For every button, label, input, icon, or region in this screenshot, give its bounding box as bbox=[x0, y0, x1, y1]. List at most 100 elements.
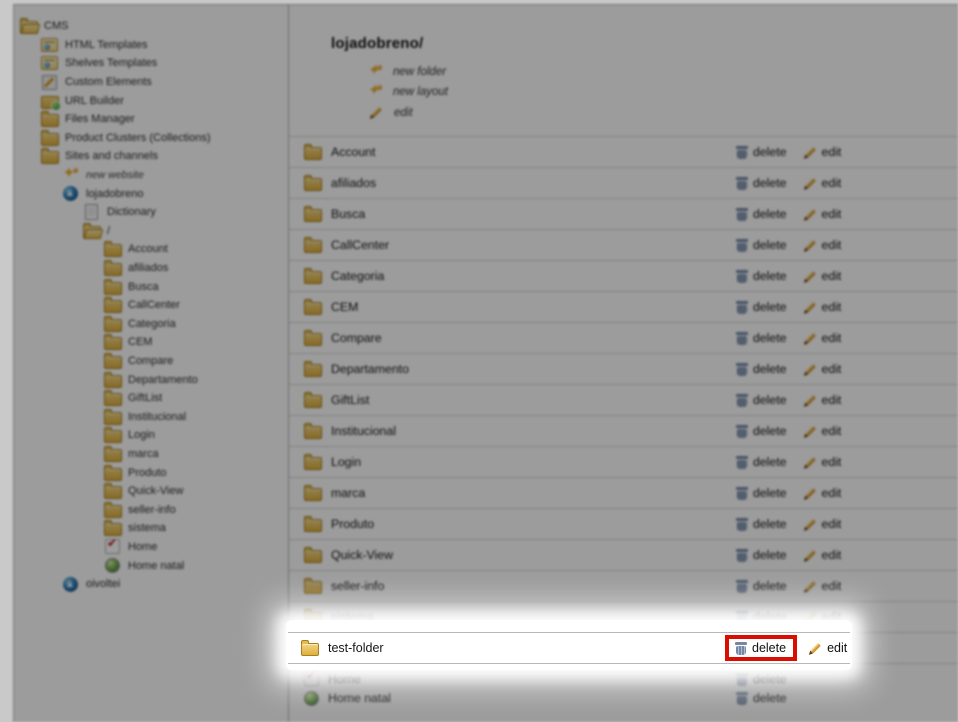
edit-button[interactable]: edit bbox=[802, 424, 842, 439]
delete-button[interactable]: delete bbox=[736, 486, 787, 500]
tree-item-home[interactable]: Home bbox=[20, 538, 288, 557]
tree-item-callcenter[interactable]: CallCenter bbox=[20, 296, 288, 315]
folder-link[interactable]: marca bbox=[331, 486, 365, 500]
tree-item-login[interactable]: Login bbox=[20, 426, 288, 445]
folder-link[interactable]: Institucional bbox=[331, 424, 396, 438]
folder-icon bbox=[304, 581, 322, 594]
row-actions: delete edit bbox=[736, 385, 841, 415]
edit-button[interactable]: edit bbox=[802, 176, 842, 191]
edit-button[interactable]: edit bbox=[802, 579, 842, 594]
tree-label: marca bbox=[128, 448, 159, 460]
new-icon bbox=[368, 85, 382, 99]
delete-button[interactable]: delete bbox=[736, 145, 787, 159]
edit-button[interactable]: edit bbox=[802, 362, 842, 377]
tree-label: Busca bbox=[128, 281, 159, 293]
edit-button[interactable]: edit bbox=[807, 641, 847, 656]
tree-item-cem[interactable]: CEM bbox=[20, 333, 288, 352]
tree-item-sites-and-channels[interactable]: Sites and channels bbox=[20, 147, 288, 166]
tree-item-sistema[interactable]: sistema bbox=[20, 519, 288, 538]
folder-link[interactable]: Compare bbox=[331, 331, 382, 345]
tree-item-institucional[interactable]: Institucional bbox=[20, 407, 288, 426]
tree-item-busca[interactable]: Busca bbox=[20, 277, 288, 296]
tree-item-shelves-templates[interactable]: Shelves Templates bbox=[20, 54, 288, 73]
folder-link[interactable]: Home bbox=[328, 672, 361, 686]
delete-button[interactable]: delete bbox=[735, 641, 786, 655]
tree-item-departamento[interactable]: Departamento bbox=[20, 370, 288, 389]
edit-button[interactable]: edit bbox=[802, 207, 842, 222]
folder-link[interactable]: CEM bbox=[331, 300, 358, 314]
delete-button[interactable]: delete bbox=[736, 300, 787, 314]
folder-icon bbox=[104, 282, 122, 295]
tree-item-afiliados[interactable]: afiliados bbox=[20, 259, 288, 278]
delete-button[interactable]: delete bbox=[736, 691, 787, 705]
tree-label: Dictionary bbox=[107, 206, 156, 218]
folder-link[interactable]: Home natal bbox=[328, 691, 391, 705]
edit-button[interactable]: edit bbox=[802, 331, 842, 346]
delete-button[interactable]: delete bbox=[736, 548, 787, 562]
globe-icon bbox=[304, 691, 319, 706]
tree-item-new-website[interactable]: new website bbox=[20, 166, 288, 185]
tree-label: Home bbox=[128, 541, 157, 553]
delete-button[interactable]: delete bbox=[736, 331, 787, 345]
highlighted-folder-link[interactable]: test-folder bbox=[328, 641, 384, 655]
edit-button[interactable]: edit bbox=[802, 393, 842, 408]
tree-label: CMS bbox=[44, 20, 68, 32]
tree-item-files-manager[interactable]: Files Manager bbox=[20, 110, 288, 129]
delete-button[interactable]: delete bbox=[736, 517, 787, 531]
tree-item-seller-info[interactable]: seller-info bbox=[20, 500, 288, 519]
delete-button[interactable]: delete bbox=[736, 238, 787, 252]
edit-button[interactable]: edit bbox=[802, 517, 842, 532]
tree-item-cms[interactable]: CMS bbox=[20, 17, 288, 36]
tree-item-root[interactable]: / bbox=[20, 222, 288, 241]
tree-item-product-clusters-collections[interactable]: Product Clusters (Collections) bbox=[20, 129, 288, 148]
folder-icon bbox=[304, 395, 322, 408]
folder-link[interactable]: seller-info bbox=[331, 579, 384, 593]
folder-link[interactable]: Account bbox=[331, 145, 375, 159]
delete-button[interactable]: delete bbox=[736, 362, 787, 376]
delete-button[interactable]: delete bbox=[736, 207, 787, 221]
new-layout-link[interactable]: new layout bbox=[368, 85, 958, 99]
delete-button[interactable]: delete bbox=[736, 424, 787, 438]
folder-link[interactable]: Quick-View bbox=[331, 548, 393, 562]
tree-item-url-builder[interactable]: URL Builder bbox=[20, 91, 288, 110]
tree-item-oivoltei[interactable]: oivoltei bbox=[20, 575, 288, 594]
tree-item-compare[interactable]: Compare bbox=[20, 352, 288, 371]
delete-button[interactable]: delete bbox=[736, 269, 787, 283]
folder-link[interactable]: Categoria bbox=[331, 269, 384, 283]
folder-link[interactable]: afiliados bbox=[331, 176, 376, 190]
tree-item-dictionary[interactable]: Dictionary bbox=[20, 203, 288, 222]
tree-item-html-templates[interactable]: HTML Templates bbox=[20, 36, 288, 55]
delete-button[interactable]: delete bbox=[736, 579, 787, 593]
edit-link[interactable]: edit bbox=[368, 105, 958, 120]
edit-button[interactable]: edit bbox=[802, 548, 842, 563]
folder-link[interactable]: Produto bbox=[331, 517, 374, 531]
tree-item-lojadobreno[interactable]: lojadobreno bbox=[20, 184, 288, 203]
tree-item-quick-view[interactable]: Quick-View bbox=[20, 482, 288, 501]
folder-link[interactable]: Departamento bbox=[331, 362, 409, 376]
edit-button[interactable]: edit bbox=[802, 455, 842, 470]
tree-item-produto[interactable]: Produto bbox=[20, 463, 288, 482]
delete-button[interactable]: delete bbox=[736, 455, 787, 469]
edit-button[interactable]: edit bbox=[802, 300, 842, 315]
tree-item-home-natal[interactable]: Home natal bbox=[20, 556, 288, 575]
folder-icon bbox=[104, 337, 122, 350]
tree-item-giftlist[interactable]: GiftList bbox=[20, 389, 288, 408]
folder-link[interactable]: Busca bbox=[331, 207, 365, 221]
folder-link[interactable]: Login bbox=[331, 455, 361, 469]
delete-button[interactable]: delete bbox=[736, 176, 787, 190]
tree-item-custom-elements[interactable]: Custom Elements bbox=[20, 73, 288, 92]
new-folder-link[interactable]: new folder bbox=[368, 65, 958, 79]
folder-link[interactable]: CallCenter bbox=[331, 238, 389, 252]
tree-item-marca[interactable]: marca bbox=[20, 445, 288, 464]
edit-label: edit bbox=[822, 331, 842, 345]
edit-button[interactable]: edit bbox=[802, 269, 842, 284]
delete-button[interactable]: delete bbox=[736, 672, 787, 686]
delete-button[interactable]: delete bbox=[736, 393, 787, 407]
tree-item-account[interactable]: Account bbox=[20, 240, 288, 259]
folder-icon bbox=[41, 114, 59, 127]
tree-item-categoria[interactable]: Categoria bbox=[20, 315, 288, 334]
edit-button[interactable]: edit bbox=[802, 486, 842, 501]
edit-button[interactable]: edit bbox=[802, 238, 842, 253]
folder-link[interactable]: GiftList bbox=[331, 393, 369, 407]
edit-button[interactable]: edit bbox=[802, 145, 842, 160]
